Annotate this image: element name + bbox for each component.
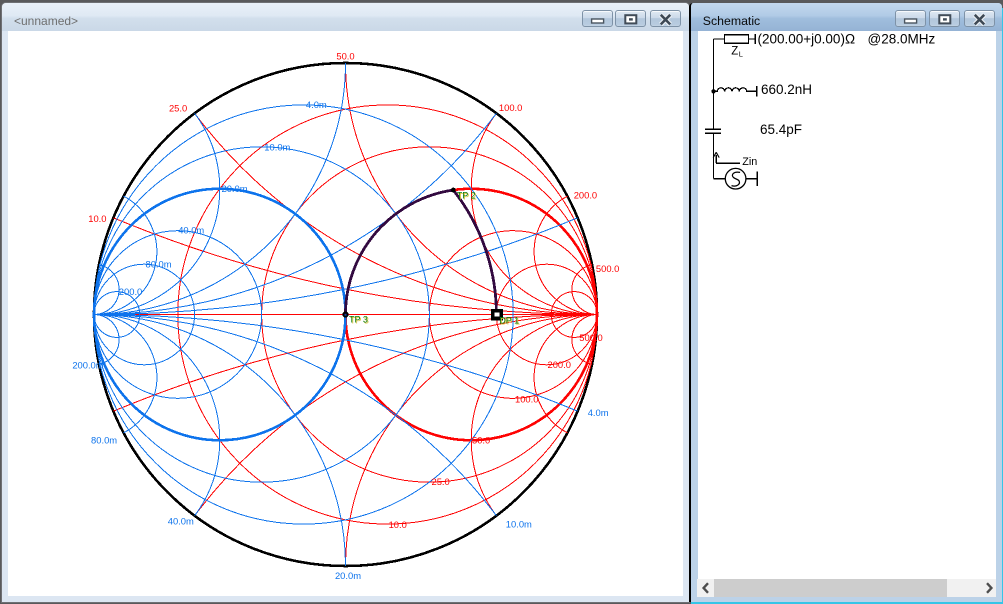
- svg-text:100.0: 100.0: [515, 394, 538, 405]
- svg-text:200.0: 200.0: [119, 286, 142, 297]
- svg-text:65.4pF: 65.4pF: [760, 122, 802, 137]
- svg-text:100.0: 100.0: [499, 102, 522, 113]
- svg-text:10.0: 10.0: [389, 519, 407, 530]
- svg-text:Zin: Zin: [743, 156, 758, 168]
- svg-text:L: L: [739, 50, 743, 59]
- svg-text:500.0: 500.0: [596, 263, 619, 274]
- svg-text:500.0: 500.0: [579, 332, 602, 343]
- svg-text:50.0: 50.0: [472, 434, 490, 445]
- svg-text:40.0m: 40.0m: [168, 515, 194, 526]
- svg-text:25.0: 25.0: [432, 476, 450, 487]
- svg-text:TP 2: TP 2: [457, 191, 476, 201]
- svg-text:Z: Z: [732, 45, 739, 57]
- svg-text:40.0m: 40.0m: [178, 224, 204, 235]
- svg-text:20.0m: 20.0m: [222, 183, 248, 194]
- svg-text:20.0m: 20.0m: [335, 570, 361, 581]
- svg-text:50.0: 50.0: [336, 51, 354, 62]
- svg-text:10.0m: 10.0m: [506, 518, 532, 529]
- svg-text:200.0m: 200.0m: [72, 359, 103, 370]
- svg-text:660.2nH: 660.2nH: [761, 82, 812, 97]
- svg-text:25.0: 25.0: [169, 102, 187, 113]
- svg-text:DP 1: DP 1: [499, 315, 519, 325]
- svg-text:10.0: 10.0: [88, 213, 106, 224]
- svg-text:80.0m: 80.0m: [146, 259, 172, 270]
- svg-text:200.0: 200.0: [574, 189, 597, 200]
- svg-text:10.0m: 10.0m: [264, 142, 290, 153]
- svg-text:4.0m: 4.0m: [588, 407, 609, 418]
- svg-text:80.0m: 80.0m: [91, 434, 117, 445]
- svg-text:200.0: 200.0: [548, 359, 571, 370]
- svg-text:(200.00+j0.00)Ω: (200.00+j0.00)Ω: [758, 32, 856, 47]
- svg-text:@28.0MHz: @28.0MHz: [868, 32, 936, 47]
- svg-text:4.0m: 4.0m: [306, 99, 327, 110]
- svg-text:TP 3: TP 3: [349, 315, 368, 325]
